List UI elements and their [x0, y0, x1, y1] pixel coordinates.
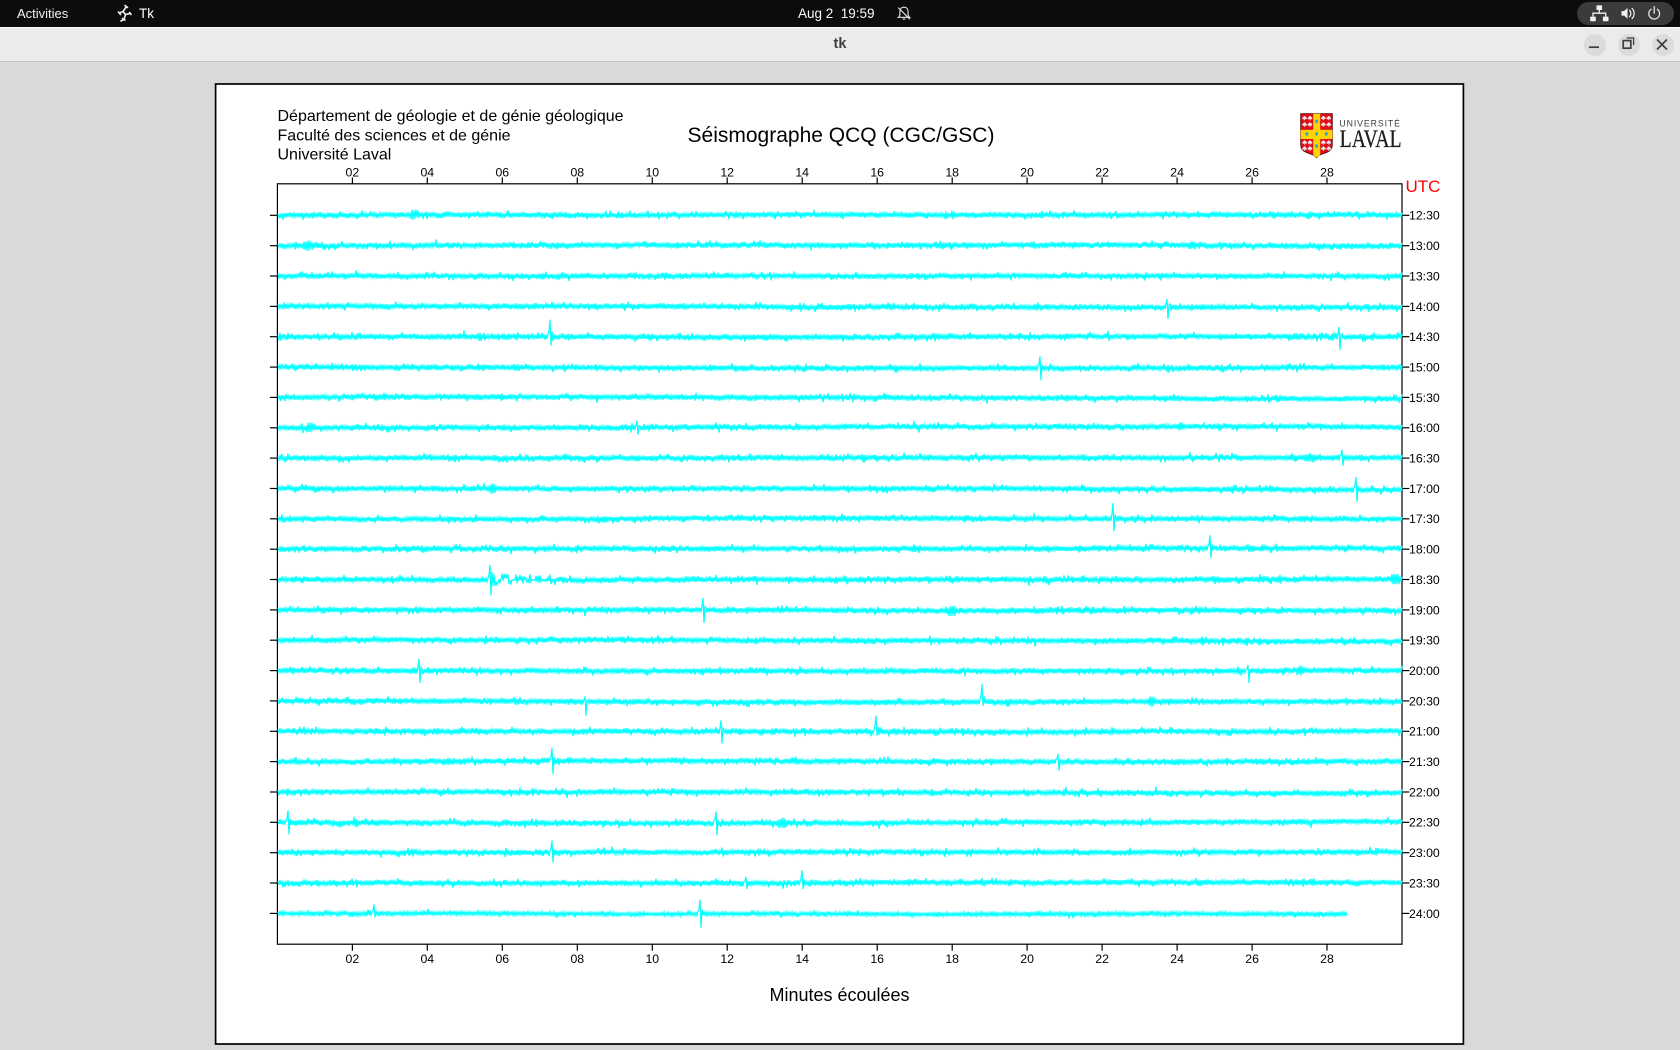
svg-text:08: 08 — [570, 952, 584, 966]
svg-text:02: 02 — [346, 166, 360, 180]
svg-text:24: 24 — [1170, 952, 1184, 966]
svg-text:23:00: 23:00 — [1409, 846, 1440, 860]
svg-text:12: 12 — [720, 166, 734, 180]
svg-text:21:30: 21:30 — [1409, 755, 1440, 769]
svg-text:06: 06 — [495, 166, 509, 180]
svg-text:LAVAL: LAVAL — [1340, 126, 1402, 153]
svg-text:22: 22 — [1095, 952, 1109, 966]
svg-text:20: 20 — [1020, 166, 1034, 180]
svg-text:Faculté des sciences et de gén: Faculté des sciences et de génie — [278, 127, 511, 144]
svg-text:13:00: 13:00 — [1409, 239, 1440, 253]
svg-text:14:00: 14:00 — [1409, 300, 1440, 314]
svg-text:21:00: 21:00 — [1409, 725, 1440, 739]
svg-text:26: 26 — [1245, 166, 1259, 180]
svg-text:04: 04 — [420, 166, 434, 180]
svg-text:24:00: 24:00 — [1409, 907, 1440, 921]
svg-text:02: 02 — [346, 952, 360, 966]
svg-text:Séismographe QCQ (CGC/GSC): Séismographe QCQ (CGC/GSC) — [688, 124, 995, 147]
svg-text:22:00: 22:00 — [1409, 785, 1440, 799]
svg-text:Minutes écoulées: Minutes écoulées — [769, 985, 909, 1005]
svg-text:14: 14 — [795, 166, 809, 180]
svg-text:04: 04 — [420, 952, 434, 966]
svg-text:UTC: UTC — [1406, 177, 1441, 196]
svg-text:06: 06 — [495, 952, 509, 966]
svg-text:20:00: 20:00 — [1409, 664, 1440, 678]
svg-text:23:30: 23:30 — [1409, 876, 1440, 890]
svg-text:12: 12 — [720, 952, 734, 966]
svg-text:18:30: 18:30 — [1409, 573, 1440, 587]
svg-text:17:00: 17:00 — [1409, 482, 1440, 496]
svg-text:18: 18 — [945, 952, 959, 966]
svg-text:20:30: 20:30 — [1409, 694, 1440, 708]
svg-text:15:30: 15:30 — [1409, 391, 1440, 405]
svg-text:28: 28 — [1320, 166, 1334, 180]
svg-text:17:30: 17:30 — [1409, 512, 1440, 526]
svg-text:08: 08 — [570, 166, 584, 180]
svg-text:10: 10 — [645, 952, 659, 966]
svg-text:28: 28 — [1320, 952, 1334, 966]
svg-text:14: 14 — [795, 952, 809, 966]
svg-text:12:30: 12:30 — [1409, 209, 1440, 223]
svg-text:13:30: 13:30 — [1409, 269, 1440, 283]
svg-text:22: 22 — [1095, 166, 1109, 180]
svg-text:10: 10 — [645, 166, 659, 180]
svg-text:19:30: 19:30 — [1409, 634, 1440, 648]
svg-text:14:30: 14:30 — [1409, 330, 1440, 344]
svg-text:16: 16 — [870, 166, 884, 180]
svg-text:26: 26 — [1245, 952, 1259, 966]
svg-text:16:00: 16:00 — [1409, 421, 1440, 435]
svg-text:15:00: 15:00 — [1409, 361, 1440, 375]
svg-text:16:30: 16:30 — [1409, 452, 1440, 466]
svg-text:19:00: 19:00 — [1409, 603, 1440, 617]
svg-text:22:30: 22:30 — [1409, 816, 1440, 830]
svg-text:24: 24 — [1170, 166, 1184, 180]
svg-text:18:00: 18:00 — [1409, 543, 1440, 557]
svg-text:Université Laval: Université Laval — [278, 147, 392, 164]
svg-text:18: 18 — [945, 166, 959, 180]
svg-text:20: 20 — [1020, 952, 1034, 966]
svg-text:Département de géologie et de: Département de géologie et de génie géol… — [278, 108, 624, 125]
svg-text:16: 16 — [870, 952, 884, 966]
